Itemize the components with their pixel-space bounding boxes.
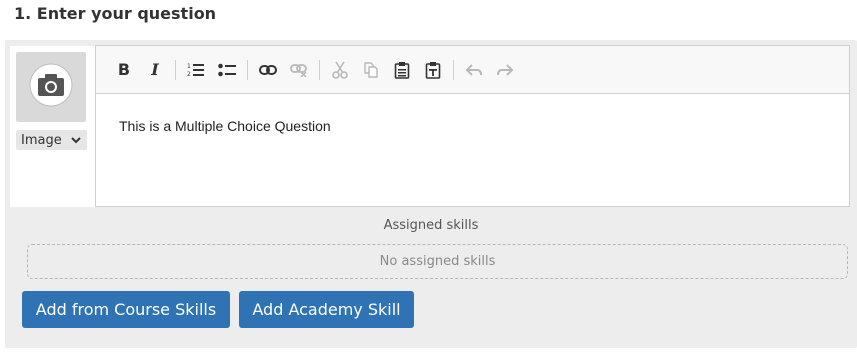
clipboard-icon bbox=[394, 61, 410, 79]
no-skills-text: No assigned skills bbox=[379, 254, 496, 269]
question-panel: Image B I 1 2 This is a Multiple Choice … bbox=[5, 40, 857, 348]
link-icon bbox=[259, 64, 277, 75]
editor-toolbar: B I 1 2 bbox=[96, 46, 849, 94]
undo-button[interactable] bbox=[460, 56, 488, 84]
image-type-select[interactable]: Image bbox=[16, 130, 87, 150]
copy-button[interactable] bbox=[357, 56, 385, 84]
toolbar-separator bbox=[175, 59, 176, 80]
italic-label: I bbox=[151, 60, 159, 79]
image-upload-area[interactable] bbox=[16, 52, 86, 122]
assigned-skills-label: Assigned skills bbox=[383, 218, 479, 233]
toolbar-separator bbox=[247, 59, 248, 80]
bulleted-list-button[interactable] bbox=[213, 56, 241, 84]
undo-icon bbox=[465, 63, 483, 77]
toolbar-separator bbox=[453, 59, 454, 80]
redo-button[interactable] bbox=[491, 56, 519, 84]
add-course-skills-button[interactable]: Add from Course Skills bbox=[22, 291, 230, 328]
bold-button[interactable]: B bbox=[110, 56, 138, 84]
paste-text-button[interactable] bbox=[419, 56, 447, 84]
question-text: This is a Multiple Choice Question bbox=[119, 118, 331, 134]
toolbar-separator bbox=[319, 59, 320, 80]
add-academy-skill-button[interactable]: Add Academy Skill bbox=[239, 291, 414, 328]
numbered-list-icon: 1 2 bbox=[187, 62, 205, 78]
unlink-icon bbox=[290, 63, 308, 77]
numbered-list-button[interactable]: 1 2 bbox=[182, 56, 210, 84]
bulleted-list-icon bbox=[218, 63, 236, 77]
scissors-icon bbox=[332, 61, 348, 79]
redo-icon bbox=[496, 63, 514, 77]
cut-button[interactable] bbox=[326, 56, 354, 84]
svg-text:1: 1 bbox=[187, 63, 191, 70]
image-select-label: Image bbox=[21, 132, 62, 148]
paste-button[interactable] bbox=[388, 56, 416, 84]
editor-content-area[interactable]: This is a Multiple Choice Question bbox=[96, 94, 849, 134]
chevron-down-icon bbox=[70, 134, 82, 150]
bold-label: B bbox=[117, 60, 131, 79]
section-title: 1. Enter your question bbox=[14, 4, 217, 23]
svg-text:2: 2 bbox=[187, 71, 191, 78]
italic-button[interactable]: I bbox=[141, 56, 169, 84]
question-editor: B I 1 2 This is a Multiple Choice Questi… bbox=[95, 45, 850, 207]
image-picker: Image bbox=[10, 46, 100, 207]
camera-icon bbox=[29, 63, 73, 112]
assigned-skills-dropzone: No assigned skills bbox=[27, 244, 848, 279]
link-button[interactable] bbox=[254, 56, 282, 84]
unlink-button[interactable] bbox=[285, 56, 313, 84]
clipboard-text-icon bbox=[425, 61, 441, 79]
copy-icon bbox=[363, 61, 379, 79]
